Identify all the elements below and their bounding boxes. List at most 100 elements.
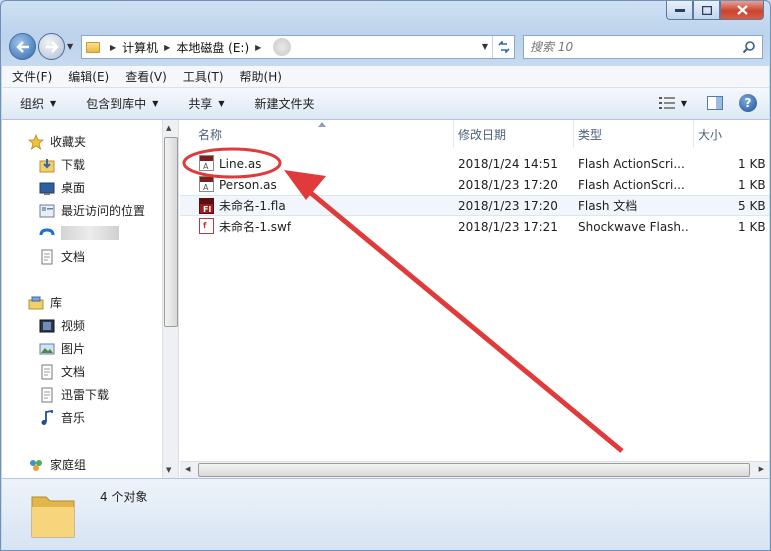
file-list-horizontal-scrollbar[interactable]: ◀ ▶: [180, 461, 769, 478]
breadcrumb-computer[interactable]: 计算机: [122, 39, 158, 56]
nav-libraries[interactable]: 库: [28, 294, 62, 311]
help-icon[interactable]: ?: [739, 94, 757, 112]
preview-pane-icon[interactable]: [707, 96, 723, 110]
file-name: Person.as: [219, 177, 277, 192]
nav-recent-places[interactable]: 最近访问的位置: [39, 202, 145, 219]
nav-libraries-label: 库: [50, 296, 63, 310]
menu-file[interactable]: 文件(F): [12, 68, 52, 85]
chevron-right-icon[interactable]: ▶: [255, 43, 261, 52]
file-row[interactable]: A Line.as 2018/1/24 14:51 Flash ActionSc…: [180, 153, 769, 174]
nav-videos-label: 视频: [61, 319, 86, 333]
file-date: 2018/1/23 17:20: [458, 177, 558, 192]
nav-documents[interactable]: 文档: [39, 248, 85, 265]
nav-pictures[interactable]: 图片: [39, 340, 85, 357]
file-name: 未命名-1.swf: [219, 220, 292, 234]
arrow-left-icon: [15, 40, 29, 53]
search-icon[interactable]: [742, 40, 756, 54]
file-row[interactable]: A Person.as 2018/1/23 17:20 Flash Action…: [180, 174, 769, 195]
details-view-icon[interactable]: [658, 97, 675, 109]
music-icon: [41, 409, 53, 425]
nav-blurred-item[interactable]: [39, 225, 119, 241]
include-in-library-label: 包含到库中: [86, 97, 147, 111]
nav-pane-scrollbar[interactable]: ▲ ▼: [162, 120, 179, 478]
menu-view[interactable]: 查看(V): [125, 68, 167, 85]
arrow-right-icon: [45, 40, 59, 53]
breadcrumb: ▶ 计算机 ▶ 本地磁盘 (E:) ▶: [104, 38, 292, 56]
minimize-button[interactable]: [666, 1, 693, 20]
column-type-header[interactable]: 类型: [574, 120, 694, 148]
file-row[interactable]: f 未命名-1.swf 2018/1/23 17:21 Shockwave Fl…: [180, 216, 769, 237]
cloud-drive-icon: [39, 228, 55, 236]
scrollbar-thumb[interactable]: [164, 137, 178, 327]
search-box[interactable]: [523, 35, 763, 59]
maximize-button[interactable]: [693, 1, 720, 20]
file-type: Flash ActionScri...: [578, 177, 685, 192]
nav-downloads[interactable]: 下载: [39, 156, 85, 173]
nav-music-label: 音乐: [61, 411, 86, 425]
nav-favorites[interactable]: 收藏夹: [28, 133, 86, 150]
column-size-header[interactable]: 大小: [694, 120, 769, 148]
file-date: 2018/1/23 17:21: [458, 219, 558, 234]
close-icon: [736, 5, 748, 15]
file-name: 未命名-1.fla: [219, 199, 286, 213]
new-folder-button[interactable]: 新建文件夹: [255, 95, 315, 112]
file-list: 名称 修改日期 类型 大小 A Line.as 2018/1/24 14:51 …: [180, 120, 769, 478]
address-bar[interactable]: ▶ 计算机 ▶ 本地磁盘 (E:) ▶ ▼: [81, 35, 515, 59]
nav-desktop[interactable]: 桌面: [39, 179, 85, 196]
share-button[interactable]: 共享 ▼: [188, 95, 224, 112]
details-pane: 4 个对象: [2, 478, 769, 550]
menu-bar: 文件(F) 编辑(E) 查看(V) 工具(T) 帮助(H): [2, 66, 769, 88]
file-size: 1 KB: [738, 177, 766, 192]
nav-thunder-downloads[interactable]: 迅雷下载: [39, 386, 109, 403]
back-button[interactable]: [9, 33, 36, 60]
menu-edit[interactable]: 编辑(E): [68, 68, 109, 85]
file-type: Shockwave Flash...: [578, 219, 688, 234]
swf-file-icon: f: [199, 218, 214, 234]
breadcrumb-drive-e[interactable]: 本地磁盘 (E:): [176, 39, 249, 56]
chevron-right-icon[interactable]: ▶: [164, 43, 170, 52]
scroll-up-arrow[interactable]: ▲: [166, 124, 171, 132]
column-size-label: 大小: [698, 127, 723, 142]
nav-homegroup[interactable]: 家庭组: [28, 456, 86, 473]
nav-thunder-downloads-label: 迅雷下载: [61, 388, 110, 402]
file-name: Line.as: [219, 156, 262, 171]
nav-desktop-label: 桌面: [61, 181, 86, 195]
nav-recent-places-label: 最近访问的位置: [61, 204, 146, 218]
view-options-dropdown[interactable]: ▼: [681, 99, 687, 108]
scroll-down-arrow[interactable]: ▼: [166, 466, 171, 474]
menu-help[interactable]: 帮助(H): [240, 68, 282, 85]
file-row[interactable]: Fl 未命名-1.fla 2018/1/23 17:20 Flash 文档 5 …: [180, 195, 769, 216]
document-icon: [41, 364, 53, 379]
window-caption-buttons: [666, 1, 764, 20]
maximize-icon: [701, 5, 712, 15]
menu-tools[interactable]: 工具(T): [183, 68, 224, 85]
folder-icon: [31, 496, 75, 538]
nav-homegroup-label: 家庭组: [50, 458, 87, 472]
scroll-right-arrow[interactable]: ▶: [759, 465, 764, 473]
column-type-label: 类型: [578, 127, 603, 142]
column-name-header[interactable]: 名称: [180, 120, 454, 148]
organize-button[interactable]: 组织 ▼: [20, 95, 56, 112]
recent-pages-dropdown[interactable]: ▼: [67, 42, 79, 51]
horizontal-scrollbar-thumb[interactable]: [198, 463, 750, 477]
search-input[interactable]: [530, 40, 730, 54]
forward-button[interactable]: [38, 33, 65, 60]
include-in-library-button[interactable]: 包含到库中 ▼: [86, 95, 158, 112]
nav-downloads-label: 下载: [61, 158, 86, 172]
scroll-left-arrow[interactable]: ◀: [185, 465, 190, 473]
nav-favorites-label: 收藏夹: [50, 135, 87, 149]
chevron-down-icon: ▼: [152, 99, 159, 108]
star-icon: [28, 133, 44, 150]
refresh-button[interactable]: [492, 36, 514, 58]
close-button[interactable]: [720, 1, 764, 20]
nav-videos[interactable]: 视频: [39, 317, 85, 334]
homegroup-icon: [30, 459, 42, 471]
content-area: 收藏夹 下载 桌面 最近访问的位置 文档 库 视频 图片 文档 迅雷下载 音乐 …: [2, 120, 769, 478]
item-count: 4 个对象: [100, 490, 148, 504]
nav-library-documents[interactable]: 文档: [39, 363, 85, 380]
column-date-header[interactable]: 修改日期: [454, 120, 574, 148]
nav-music[interactable]: 音乐: [39, 409, 85, 426]
new-folder-label: 新建文件夹: [254, 97, 315, 111]
command-bar: 组织 ▼ 包含到库中 ▼ 共享 ▼ 新建文件夹 ▼ ?: [2, 88, 769, 120]
address-history-dropdown[interactable]: ▼: [482, 42, 488, 51]
